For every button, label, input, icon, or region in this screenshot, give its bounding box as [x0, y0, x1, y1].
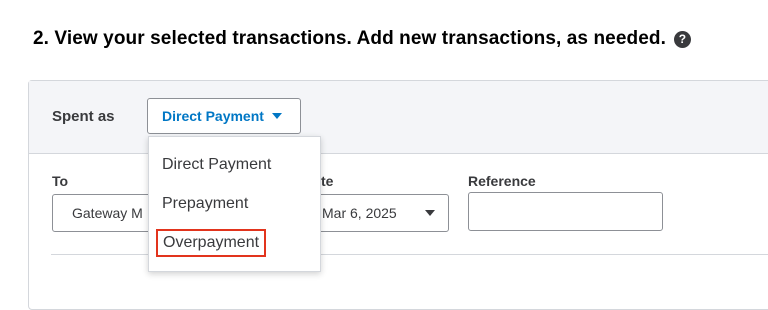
menu-item-direct-payment[interactable]: Direct Payment: [162, 156, 271, 174]
panel-header: Spent as Direct Payment: [29, 81, 768, 154]
chevron-down-icon: [425, 210, 435, 216]
to-field[interactable]: Gateway M: [52, 194, 162, 232]
reference-field[interactable]: [468, 192, 663, 231]
to-value: Gateway M: [72, 205, 143, 221]
chevron-down-icon: [271, 113, 282, 119]
date-field[interactable]: Mar 6, 2025: [315, 194, 449, 232]
section-title: 2. View your selected transactions. Add …: [33, 28, 691, 50]
spent-as-value: Direct Payment: [162, 108, 264, 124]
date-value: Mar 6, 2025: [322, 205, 397, 221]
spent-as-label: Spent as: [52, 108, 115, 125]
reference-label: Reference: [468, 173, 536, 189]
date-label: te: [321, 173, 334, 189]
menu-item-prepayment[interactable]: Prepayment: [162, 195, 248, 213]
spent-as-dropdown[interactable]: Direct Payment: [147, 98, 301, 134]
question-circle-icon[interactable]: ?: [673, 30, 691, 48]
section-title-text: 2. View your selected transactions. Add …: [33, 28, 666, 49]
spent-as-menu: Direct Payment Prepayment Overpayment: [148, 136, 321, 272]
menu-item-overpayment[interactable]: Overpayment: [156, 229, 267, 257]
to-label: To: [52, 173, 69, 189]
transaction-panel: Spent as Direct Payment To Gateway M te …: [28, 80, 768, 310]
